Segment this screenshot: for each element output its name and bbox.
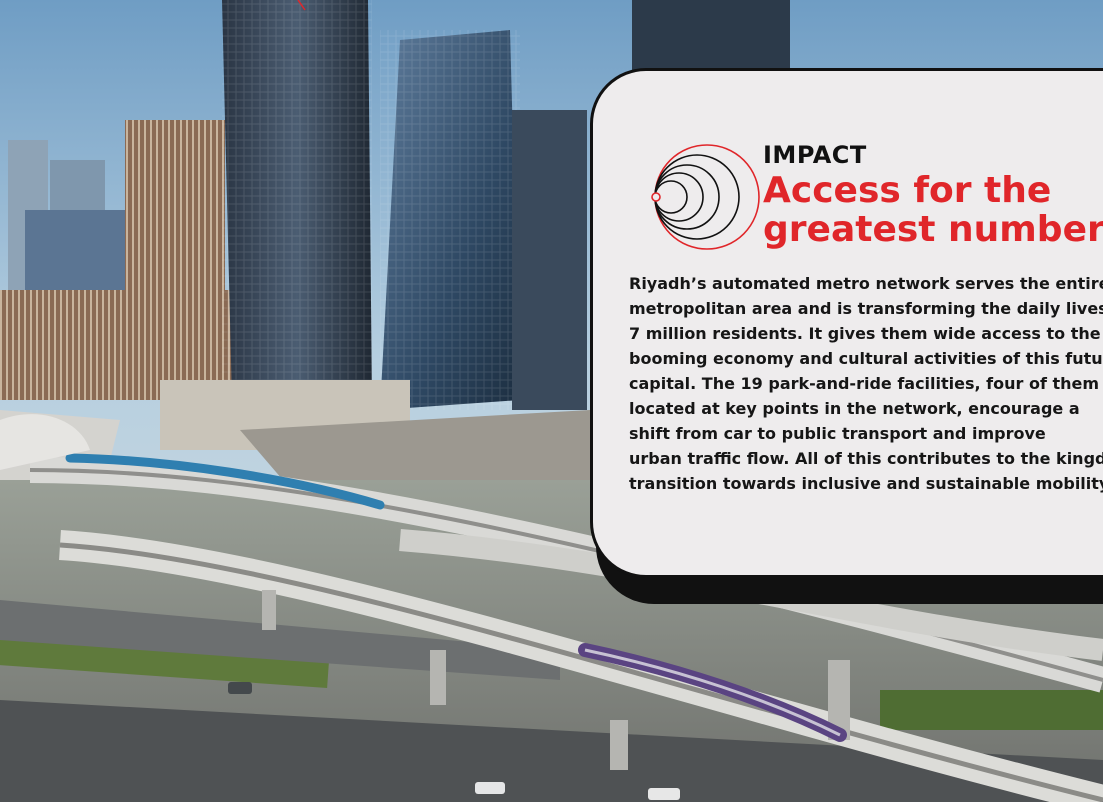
section-eyebrow: IMPACT — [763, 141, 867, 169]
body-line: shift from car to public transport and i… — [629, 424, 1046, 443]
headline: Access for the greatest number — [763, 171, 1103, 249]
body-line: transition towards inclusive and sustain… — [629, 474, 1103, 493]
headline-line: Access for the — [763, 170, 1052, 211]
headline-line: greatest number — [763, 209, 1103, 250]
body-line: metropolitan area and is transforming th… — [629, 299, 1103, 318]
impact-card: IMPACT Access for the greatest number Ri… — [590, 68, 1103, 578]
body-line: located at key points in the network, en… — [629, 399, 1080, 418]
concentric-circles-icon — [651, 144, 760, 250]
body-line: Riyadh’s automated metro network serves … — [629, 274, 1103, 293]
body-line: urban traffic flow. All of this contribu… — [629, 449, 1103, 468]
body-paragraph: Riyadh’s automated metro network serves … — [629, 271, 1103, 496]
body-line: capital. The 19 park-and-ride facilities… — [629, 374, 1100, 393]
body-line: 7 million residents. It gives them wide … — [629, 324, 1101, 343]
body-line: booming economy and cultural activities … — [629, 349, 1103, 368]
